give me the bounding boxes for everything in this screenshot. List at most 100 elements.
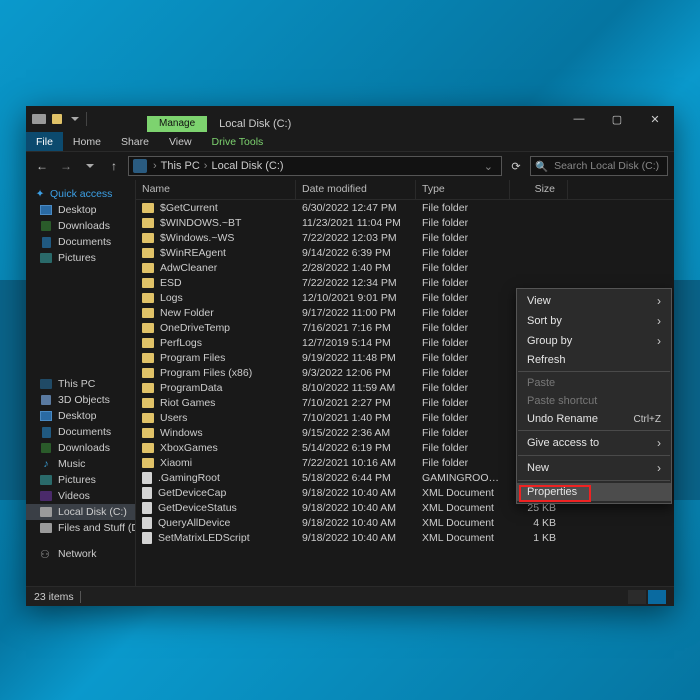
nav-history-dropdown[interactable] bbox=[80, 156, 100, 176]
sidebar-item-desktop[interactable]: Desktop bbox=[26, 202, 135, 218]
breadcrumb[interactable]: › This PC › Local Disk (C:) ⌄ bbox=[128, 156, 502, 176]
maximize-button[interactable]: ▢ bbox=[598, 106, 636, 132]
drive-icon bbox=[133, 159, 147, 173]
file-row[interactable]: AdwCleaner2/28/2022 1:40 PMFile folder bbox=[136, 260, 674, 275]
status-bar: 23 items bbox=[26, 586, 674, 606]
sidebar-item-downloads[interactable]: Downloads bbox=[26, 218, 135, 234]
sidebar-item-documents[interactable]: Documents bbox=[26, 234, 135, 250]
address-dropdown-icon[interactable]: ⌄ bbox=[480, 160, 497, 173]
file-name-cell: Program Files bbox=[136, 352, 296, 364]
navigation-pane: ✦ Quick access Desktop Downloads Documen… bbox=[26, 180, 136, 586]
file-date-cell: 12/10/2021 9:01 PM bbox=[296, 292, 416, 304]
sidebar-item-documents[interactable]: Documents bbox=[26, 424, 135, 440]
column-header-name[interactable]: Name bbox=[136, 180, 296, 199]
sidebar-item-this-pc[interactable]: This PC bbox=[26, 376, 135, 392]
column-header-date[interactable]: Date modified bbox=[296, 180, 416, 199]
file-date-cell: 9/17/2022 11:00 PM bbox=[296, 307, 416, 319]
file-type-cell: File folder bbox=[416, 247, 510, 259]
chevron-right-icon[interactable]: › bbox=[202, 160, 210, 172]
ribbon-contextual-tab[interactable]: Manage bbox=[147, 116, 207, 132]
nav-forward-button[interactable]: → bbox=[56, 156, 76, 176]
file-type-cell: GAMINGROOT File bbox=[416, 472, 510, 484]
ribbon-tab-home[interactable]: Home bbox=[63, 132, 111, 151]
file-type-cell: XML Document bbox=[416, 517, 510, 529]
file-type-cell: File folder bbox=[416, 217, 510, 229]
sidebar-item-downloads[interactable]: Downloads bbox=[26, 440, 135, 456]
view-large-icons-button[interactable] bbox=[648, 590, 666, 604]
qa-dropdown-icon[interactable] bbox=[68, 112, 82, 126]
folder-icon bbox=[142, 203, 154, 213]
file-type-cell: File folder bbox=[416, 352, 510, 364]
document-icon bbox=[40, 426, 52, 438]
context-menu-view[interactable]: View bbox=[517, 291, 671, 311]
ribbon-tab-file[interactable]: File bbox=[26, 132, 63, 151]
column-header-type[interactable]: Type bbox=[416, 180, 510, 199]
close-button[interactable]: ✕ bbox=[636, 106, 674, 132]
context-menu-sort-by[interactable]: Sort by bbox=[517, 311, 671, 331]
sidebar-item-music[interactable]: ♪Music bbox=[26, 456, 135, 472]
separator bbox=[86, 112, 87, 126]
view-details-button[interactable] bbox=[628, 590, 646, 604]
ribbon-tab-drive-tools[interactable]: Drive Tools bbox=[202, 132, 274, 151]
ribbon-tab-view[interactable]: View bbox=[159, 132, 202, 151]
context-menu-undo-rename[interactable]: Undo RenameCtrl+Z bbox=[517, 410, 671, 428]
search-input[interactable]: 🔍 Search Local Disk (C:) bbox=[530, 156, 668, 176]
refresh-button[interactable]: ⟳ bbox=[506, 156, 526, 176]
file-name-cell: GetDeviceCap bbox=[136, 487, 296, 499]
sidebar-item-local-disk-c[interactable]: Local Disk (C:) bbox=[26, 504, 135, 520]
file-row[interactable]: $WINDOWS.~BT11/23/2021 11:04 PMFile fold… bbox=[136, 215, 674, 230]
file-row[interactable]: SetMatrixLEDScript9/18/2022 10:40 AMXML … bbox=[136, 530, 674, 545]
folder-icon bbox=[142, 398, 154, 408]
separator bbox=[518, 430, 670, 431]
file-type-cell: File folder bbox=[416, 382, 510, 394]
separator bbox=[518, 480, 670, 481]
sidebar-item-pictures[interactable]: Pictures bbox=[26, 250, 135, 266]
folder-icon bbox=[142, 323, 154, 333]
search-icon: 🔍 bbox=[535, 160, 548, 173]
sidebar-item-quick-access[interactable]: ✦ Quick access bbox=[26, 186, 135, 202]
sidebar-item-files-stuff-d[interactable]: Files and Stuff (D:) bbox=[26, 520, 135, 536]
folder-icon bbox=[142, 278, 154, 288]
file-date-cell: 9/3/2022 12:06 PM bbox=[296, 367, 416, 379]
sidebar-item-pictures[interactable]: Pictures bbox=[26, 472, 135, 488]
nav-up-button[interactable]: ↑ bbox=[104, 156, 124, 176]
download-icon bbox=[40, 220, 52, 232]
file-row[interactable]: $Windows.~WS7/22/2022 12:03 PMFile folde… bbox=[136, 230, 674, 245]
context-menu-properties[interactable]: Properties bbox=[517, 483, 671, 501]
sidebar-item-network[interactable]: Network bbox=[26, 546, 135, 562]
file-date-cell: 7/22/2021 10:16 AM bbox=[296, 457, 416, 469]
ribbon-tab-share[interactable]: Share bbox=[111, 132, 159, 151]
context-menu-group-by[interactable]: Group by bbox=[517, 331, 671, 351]
column-header-size[interactable]: Size bbox=[510, 180, 568, 199]
context-menu-give-access-to[interactable]: Give access to bbox=[517, 433, 671, 453]
file-row[interactable]: $GetCurrent6/30/2022 12:47 PMFile folder bbox=[136, 200, 674, 215]
minimize-button[interactable]: — bbox=[560, 106, 598, 132]
separator bbox=[80, 591, 81, 603]
sidebar-item-3d-objects[interactable]: 3D Objects bbox=[26, 392, 135, 408]
download-icon bbox=[40, 442, 52, 454]
sidebar-item-desktop[interactable]: Desktop bbox=[26, 408, 135, 424]
file-date-cell: 9/18/2022 10:40 AM bbox=[296, 502, 416, 514]
file-date-cell: 9/18/2022 10:40 AM bbox=[296, 532, 416, 544]
sidebar-item-videos[interactable]: Videos bbox=[26, 488, 135, 504]
breadcrumb-this-pc[interactable]: This PC bbox=[161, 160, 200, 172]
breadcrumb-local-disk[interactable]: Local Disk (C:) bbox=[211, 160, 283, 172]
file-type-cell: File folder bbox=[416, 337, 510, 349]
network-icon bbox=[40, 548, 52, 560]
context-menu-new[interactable]: New bbox=[517, 458, 671, 478]
file-type-cell: File folder bbox=[416, 292, 510, 304]
chevron-right-icon[interactable]: › bbox=[151, 160, 159, 172]
file-type-cell: File folder bbox=[416, 262, 510, 274]
file-row[interactable]: QueryAllDevice9/18/2022 10:40 AMXML Docu… bbox=[136, 515, 674, 530]
file-row[interactable]: $WinREAgent9/14/2022 6:39 PMFile folder bbox=[136, 245, 674, 260]
folder-icon bbox=[142, 383, 154, 393]
file-date-cell: 6/30/2022 12:47 PM bbox=[296, 202, 416, 214]
file-date-cell: 7/22/2022 12:34 PM bbox=[296, 277, 416, 289]
nav-back-button[interactable]: ← bbox=[32, 156, 52, 176]
file-name-cell: Program Files (x86) bbox=[136, 367, 296, 379]
pc-icon bbox=[40, 378, 52, 390]
file-date-cell: 5/18/2022 6:44 PM bbox=[296, 472, 416, 484]
file-date-cell: 7/16/2021 7:16 PM bbox=[296, 322, 416, 334]
status-item-count: 23 items bbox=[34, 591, 74, 603]
context-menu-refresh[interactable]: Refresh bbox=[517, 351, 671, 369]
